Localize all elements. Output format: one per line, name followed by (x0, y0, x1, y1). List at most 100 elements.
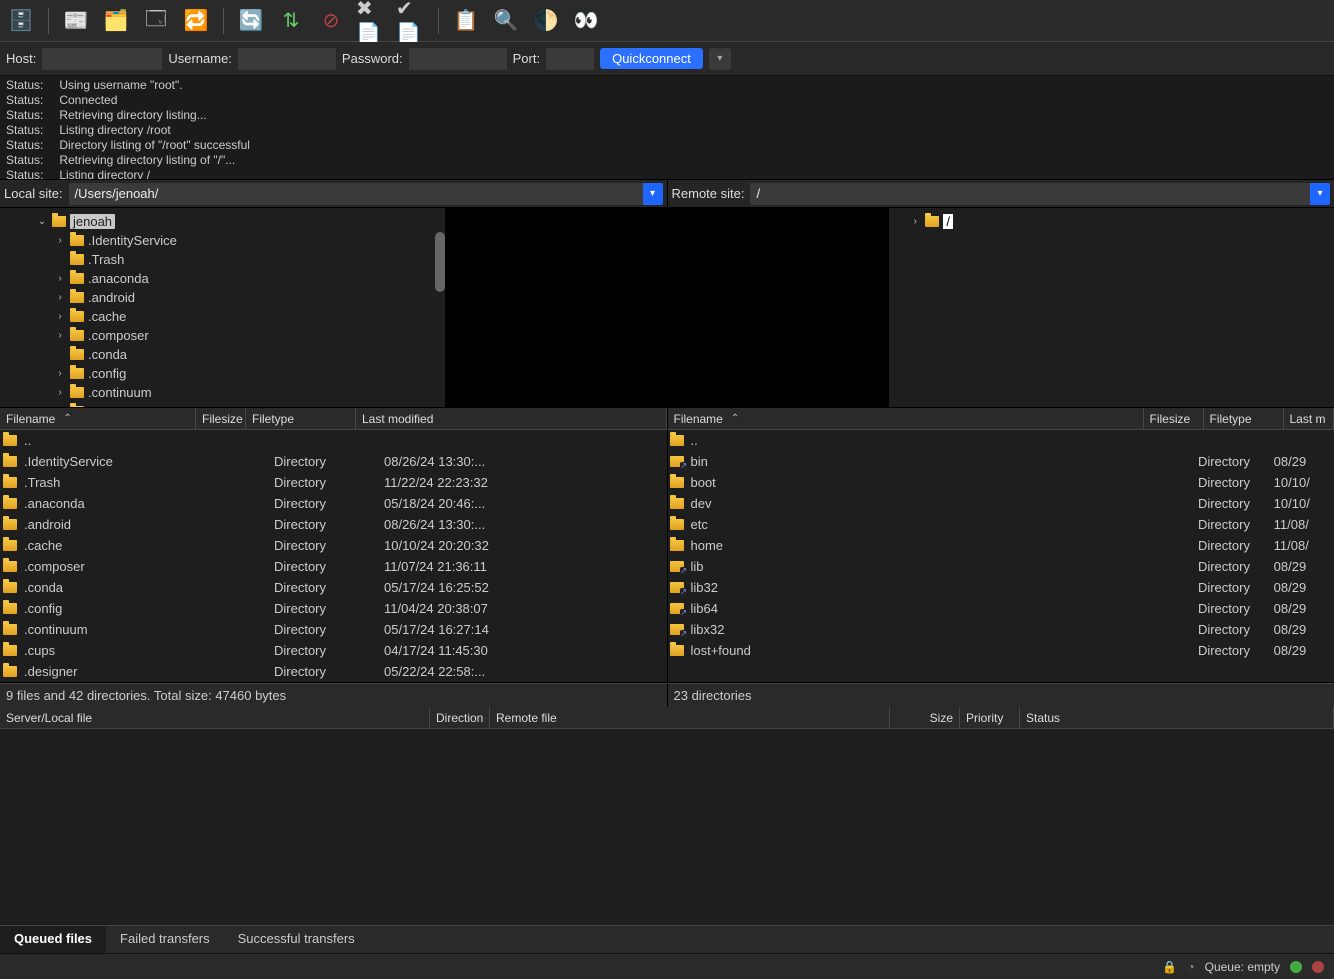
cancel-icon[interactable]: ⊘ (316, 6, 346, 36)
file-row[interactable]: .configDirectory11/04/24 20:38:07 (0, 598, 667, 619)
file-row[interactable]: homeDirectory11/08/ (668, 535, 1334, 556)
key-icon[interactable]: ◔ (1187, 960, 1194, 974)
file-row[interactable]: .IdentityServiceDirectory08/26/24 13:30:… (0, 451, 667, 472)
remote-tree[interactable]: ›/ (889, 208, 1334, 407)
tc-size[interactable]: Size (890, 707, 960, 728)
tab-failed[interactable]: Failed transfers (106, 926, 224, 953)
file-row[interactable]: etcDirectory11/08/ (668, 514, 1334, 535)
toggle-queue-icon[interactable]: 🗔 (141, 6, 171, 36)
folder-icon (3, 498, 17, 509)
file-row[interactable]: .androidDirectory08/26/24 13:30:... (0, 514, 667, 535)
file-row[interactable]: .designerDirectory05/22/24 22:58:... (0, 661, 667, 682)
chevron-right-icon[interactable]: › (54, 368, 66, 379)
chevron-down-icon[interactable]: ⌄ (36, 216, 48, 227)
tree-item[interactable]: ›.anaconda (0, 269, 445, 288)
tree-item[interactable]: ›.cache (0, 307, 445, 326)
sync-browse-icon[interactable]: 🔁 (181, 6, 211, 36)
file-row[interactable]: devDirectory10/10/ (668, 493, 1334, 514)
host-input[interactable] (42, 48, 162, 70)
tc-priority[interactable]: Priority (960, 707, 1020, 728)
tree-item[interactable]: ›.composer (0, 326, 445, 345)
tree-item[interactable]: / (943, 214, 953, 229)
tc-direction[interactable]: Direction (430, 707, 490, 728)
tc-remote[interactable]: Remote file (490, 707, 890, 728)
message-log[interactable]: Status: Using username "root".Status: Co… (0, 76, 1334, 180)
tree-item[interactable]: ›.continuum (0, 383, 445, 402)
file-row[interactable]: .. (668, 430, 1334, 451)
local-tree[interactable]: ⌄ jenoah ›.IdentityService.Trash›.anaconda… (0, 208, 445, 407)
tree-item[interactable]: ›.config (0, 364, 445, 383)
local-tree-scrollbar[interactable] (435, 232, 445, 292)
chevron-right-icon[interactable]: › (54, 235, 66, 246)
remote-path-dropdown[interactable]: ▾ (1310, 183, 1330, 205)
file-row[interactable]: .cupsDirectory04/17/24 11:45:30 (0, 640, 667, 661)
password-input[interactable] (409, 48, 507, 70)
local-path-input[interactable]: /Users/jenoah/ ▾ (69, 183, 663, 205)
transfer-queue[interactable] (0, 729, 1334, 925)
chevron-right-icon[interactable]: › (54, 311, 66, 322)
col-lastmod-r[interactable]: Last m (1284, 408, 1334, 429)
file-row[interactable]: .anacondaDirectory05/18/24 20:46:... (0, 493, 667, 514)
symlink-icon (670, 561, 684, 572)
col-filename-r[interactable]: Filename (668, 408, 1144, 429)
tree-item[interactable]: ›.IdentityService (0, 231, 445, 250)
file-row[interactable]: lib64Directory08/29 (668, 598, 1334, 619)
filter-icon[interactable]: 🔍 (491, 6, 521, 36)
folder-icon (925, 216, 939, 227)
file-row[interactable]: lib32Directory08/29 (668, 577, 1334, 598)
folder-icon (3, 456, 17, 467)
port-input[interactable] (546, 48, 594, 70)
file-row[interactable]: libx32Directory08/29 (668, 619, 1334, 640)
file-row[interactable]: binDirectory08/29 (668, 451, 1334, 472)
col-filetype-r[interactable]: Filetype (1204, 408, 1284, 429)
local-path-dropdown[interactable]: ▾ (643, 183, 663, 205)
file-row[interactable]: bootDirectory10/10/ (668, 472, 1334, 493)
port-label: Port: (513, 51, 540, 66)
tree-item[interactable]: ›.android (0, 288, 445, 307)
col-lastmod[interactable]: Last modified (356, 408, 667, 429)
lock-icon[interactable]: 🔒 (1162, 960, 1177, 974)
col-filename[interactable]: Filename (0, 408, 196, 429)
col-filesize-r[interactable]: Filesize (1144, 408, 1204, 429)
folder-icon (3, 624, 17, 635)
file-listing-icon[interactable]: 📋 (451, 6, 481, 36)
file-row[interactable]: .composerDirectory11/07/24 21:36:11 (0, 556, 667, 577)
col-filesize[interactable]: Filesize (196, 408, 246, 429)
disconnect-icon[interactable]: ✖︎📄 (356, 6, 386, 36)
remote-path-input[interactable]: / ▾ (750, 183, 1330, 205)
tree-item[interactable]: jenoah (70, 214, 115, 229)
process-queue-icon[interactable]: ⇅ (276, 6, 306, 36)
file-row[interactable]: .continuumDirectory05/17/24 16:27:14 (0, 619, 667, 640)
compare-icon[interactable]: 🌓 (531, 6, 561, 36)
col-filetype[interactable]: Filetype (246, 408, 356, 429)
file-row[interactable]: lost+foundDirectory08/29 (668, 640, 1334, 661)
tc-status[interactable]: Status (1020, 707, 1334, 728)
file-row[interactable]: .. (0, 430, 667, 451)
chevron-right-icon[interactable]: › (54, 273, 66, 284)
username-input[interactable] (238, 48, 336, 70)
file-row[interactable]: .cacheDirectory10/10/24 20:20:32 (0, 535, 667, 556)
file-row[interactable]: .TrashDirectory11/22/24 22:23:32 (0, 472, 667, 493)
chevron-right-icon[interactable]: › (54, 387, 66, 398)
tree-item[interactable]: .conda (0, 345, 445, 364)
local-file-list[interactable]: Filename Filesize Filetype Last modified… (0, 408, 667, 682)
quickconnect-history-dropdown[interactable]: ▾ (709, 48, 731, 70)
site-manager-icon[interactable]: 🗄️ (6, 6, 36, 36)
chevron-right-icon[interactable]: › (54, 330, 66, 341)
toggle-log-icon[interactable]: 📰 (61, 6, 91, 36)
chevron-right-icon[interactable]: › (909, 216, 921, 227)
tab-queued[interactable]: Queued files (0, 926, 106, 953)
reconnect-icon[interactable]: ✔︎📄 (396, 6, 426, 36)
quickconnect-button[interactable]: Quickconnect (600, 48, 703, 69)
chevron-right-icon[interactable]: › (54, 292, 66, 303)
remote-file-list[interactable]: Filename Filesize Filetype Last m ..binD… (668, 408, 1334, 682)
find-icon[interactable]: 👀 (571, 6, 601, 36)
tab-successful[interactable]: Successful transfers (224, 926, 369, 953)
tc-server[interactable]: Server/Local file (0, 707, 430, 728)
tree-item[interactable]: .Trash (0, 250, 445, 269)
tree-item[interactable]: .cups (0, 402, 445, 407)
refresh-icon[interactable]: 🔄 (236, 6, 266, 36)
toggle-tree-icon[interactable]: 🗂️ (101, 6, 131, 36)
file-row[interactable]: .condaDirectory05/17/24 16:25:52 (0, 577, 667, 598)
file-row[interactable]: libDirectory08/29 (668, 556, 1334, 577)
